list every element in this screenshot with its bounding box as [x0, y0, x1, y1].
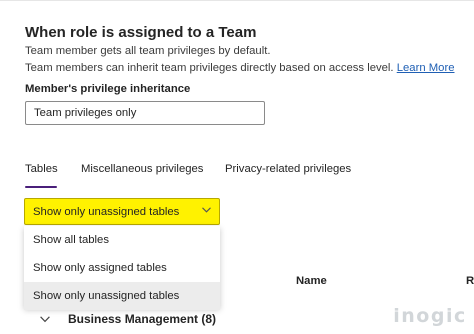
section-description-text: Team members can inherit team privileges…: [25, 62, 397, 74]
section-heading: When role is assigned to a Team: [25, 24, 257, 41]
tab-miscellaneous-privileges[interactable]: Miscellaneous privileges: [81, 163, 203, 175]
group-row-business-management[interactable]: Business Management (8): [40, 310, 216, 328]
menu-item-show-all-tables[interactable]: Show all tables: [24, 226, 220, 254]
inogic-watermark-logo: inogic: [388, 301, 472, 331]
table-filter-menu: Show all tables Show only assigned table…: [24, 226, 220, 310]
watermark-text: inogic: [393, 305, 467, 327]
chevron-down-icon: [202, 207, 211, 213]
table-filter-dropdown[interactable]: Show only unassigned tables: [24, 198, 220, 225]
menu-item-show-only-assigned-tables[interactable]: Show only assigned tables: [24, 254, 220, 282]
section-description-line1: Team member gets all team privileges by …: [25, 45, 271, 57]
privilege-inheritance-label: Member's privilege inheritance: [25, 83, 191, 95]
tab-privacy-related-privileges[interactable]: Privacy-related privileges: [225, 163, 351, 175]
top-divider: [0, 0, 474, 1]
table-filter-value: Show only unassigned tables: [33, 205, 180, 218]
learn-more-link[interactable]: Learn More: [397, 62, 455, 74]
chevron-down-icon: [40, 315, 50, 322]
menu-item-show-only-unassigned-tables[interactable]: Show only unassigned tables: [24, 282, 220, 310]
privilege-inheritance-select[interactable]: Team privileges only: [25, 101, 265, 125]
column-header-name[interactable]: Name: [296, 275, 327, 287]
column-header-r[interactable]: R: [466, 275, 474, 287]
group-label: Business Management (8): [68, 312, 217, 326]
section-description-line2: Team members can inherit team privileges…: [25, 62, 455, 74]
privilege-inheritance-value: Team privileges only: [34, 107, 137, 119]
tab-tables[interactable]: Tables: [25, 163, 58, 175]
active-tab-indicator: [25, 186, 57, 188]
